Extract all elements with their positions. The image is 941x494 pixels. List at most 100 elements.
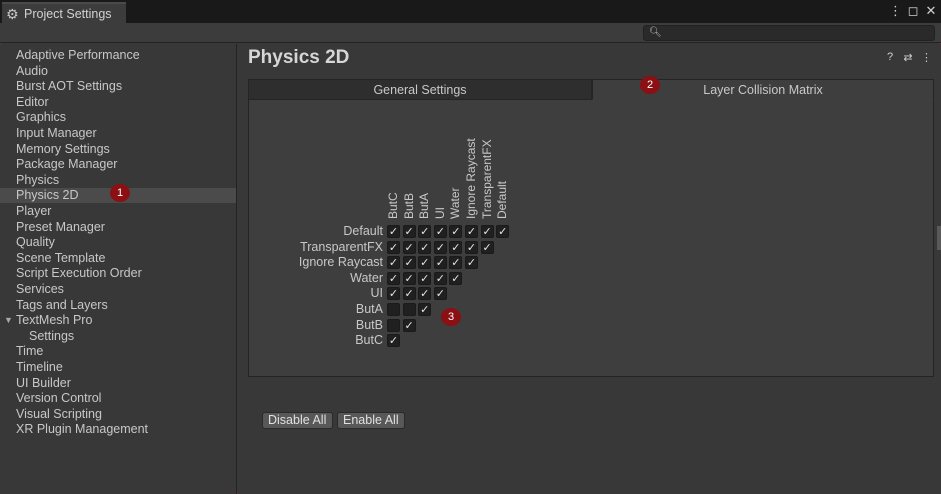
collision-checkbox[interactable]: ✓ <box>433 287 447 301</box>
collision-checkbox[interactable]: ✓ <box>387 287 400 301</box>
collision-checkbox[interactable]: ✓ <box>402 225 416 238</box>
sidebar-item-player[interactable]: Player <box>0 204 236 219</box>
sidebar-item-script-execution-order[interactable]: Script Execution Order <box>0 266 236 281</box>
collision-checkbox[interactable] <box>387 303 400 316</box>
sidebar-item-memory-settings[interactable]: Memory Settings <box>0 142 236 157</box>
matrix-column-label: Ignore Raycast <box>464 138 478 219</box>
collision-checkbox[interactable] <box>387 318 400 332</box>
sidebar-item-label: Version Control <box>16 391 102 406</box>
collision-checkbox[interactable]: ✓ <box>402 287 416 301</box>
collision-checkbox[interactable]: ✓ <box>387 271 400 285</box>
collision-checkbox[interactable]: ✓ <box>480 240 494 254</box>
window-title: Project Settings <box>24 6 112 21</box>
sidebar-item-tags-and-layers[interactable]: Tags and Layers <box>0 298 236 313</box>
collision-checkbox[interactable]: ✓ <box>480 225 494 238</box>
scrollbar-handle[interactable] <box>937 226 941 250</box>
window-tab[interactable]: ⚙ Project Settings <box>2 2 126 23</box>
more-icon[interactable]: ⋮ <box>921 51 932 64</box>
collision-checkbox[interactable]: ✓ <box>418 225 432 238</box>
collision-checkbox[interactable]: ✓ <box>433 240 447 254</box>
collision-checkbox[interactable]: ✓ <box>496 225 510 238</box>
collision-checkbox[interactable]: ✓ <box>433 271 447 285</box>
sidebar-item-adaptive-performance[interactable]: Adaptive Performance <box>0 48 236 63</box>
sidebar-item-xr-plugin-management[interactable]: XR Plugin Management <box>0 422 236 437</box>
sidebar-item-label: Burst AOT Settings <box>16 79 123 94</box>
matrix-row-label: Ignore Raycast <box>298 255 383 270</box>
sidebar-item-label: XR Plugin Management <box>16 422 149 437</box>
enable-all-button[interactable]: Enable All <box>337 412 405 429</box>
matrix-column-label: ButB <box>401 192 416 219</box>
collision-checkbox[interactable]: ✓ <box>433 225 447 238</box>
sidebar-item-label: Preset Manager <box>16 219 105 234</box>
collision-checkbox[interactable]: ✓ <box>465 256 478 270</box>
search-icon: 🔍︎ <box>649 27 662 38</box>
sidebar-item-time[interactable]: Time <box>0 344 236 359</box>
expand-triangle-icon[interactable]: ▼ <box>4 313 13 328</box>
sidebar-item-label: Services <box>16 282 64 296</box>
sidebar-item-label: Adaptive Performance <box>16 48 140 62</box>
matrix-column-label: Default <box>495 180 510 219</box>
sidebar-item-burst-aot-settings[interactable]: Burst AOT Settings <box>0 79 236 94</box>
collision-checkbox[interactable]: ✓ <box>449 240 463 254</box>
sidebar-item-services[interactable]: Services <box>0 282 236 297</box>
sidebar-item-input-manager[interactable]: Input Manager <box>0 126 236 141</box>
collision-checkbox[interactable]: ✓ <box>387 225 400 238</box>
matrix-row-label: Default <box>343 224 383 238</box>
help-icon[interactable]: ? <box>885 51 895 64</box>
annotation-badge-3: 3 <box>441 308 461 326</box>
collision-checkbox[interactable] <box>402 303 416 316</box>
collision-checkbox[interactable]: ✓ <box>433 256 447 270</box>
gear-icon: ⚙ <box>6 5 19 22</box>
collision-checkbox[interactable]: ✓ <box>387 240 400 254</box>
collision-checkbox[interactable]: ✓ <box>402 271 416 285</box>
matrix-row-label: ButA <box>355 302 383 316</box>
collision-checkbox[interactable]: ✓ <box>465 240 478 254</box>
sidebar-item-editor[interactable]: Editor <box>0 95 236 110</box>
collision-checkbox[interactable]: ✓ <box>418 256 432 270</box>
matrix-row-label: UI <box>370 286 384 301</box>
sidebar-item-package-manager[interactable]: Package Manager <box>0 157 236 172</box>
collision-checkbox[interactable]: ✓ <box>402 318 416 332</box>
matrix-column-label: Water <box>448 187 463 219</box>
maximize-icon[interactable]: ◻ <box>907 3 919 19</box>
sidebar-item-scene-template[interactable]: Scene Template <box>0 251 236 266</box>
search-input[interactable]: 🔍︎ <box>643 25 935 41</box>
collision-checkbox[interactable]: ✓ <box>418 271 432 285</box>
collision-checkbox[interactable]: ✓ <box>465 225 478 238</box>
window-controls: ⋮ ◻ ✕ <box>889 3 937 19</box>
matrix-column-label: UI <box>432 207 447 219</box>
sidebar-item-ui-builder[interactable]: UI Builder <box>0 376 236 391</box>
sidebar-item-quality[interactable]: Quality <box>0 235 236 250</box>
sidebar-item-version-control[interactable]: Version Control <box>0 391 236 406</box>
sidebar-item-visual-scripting[interactable]: Visual Scripting <box>0 407 236 422</box>
collision-checkbox[interactable]: ✓ <box>449 271 463 285</box>
main-panel: Physics 2D ? ⇄ ⋮ General Settings Layer … <box>238 44 941 494</box>
sidebar-item-label: Graphics <box>16 110 67 125</box>
sidebar-item-audio[interactable]: Audio <box>0 64 236 79</box>
sidebar-item-textmesh-pro[interactable]: ▼ TextMesh Pro <box>0 313 236 328</box>
sidebar-item-timeline[interactable]: Timeline <box>0 360 236 375</box>
more-menu-icon[interactable]: ⋮ <box>889 3 902 19</box>
collision-checkbox[interactable]: ✓ <box>402 256 416 270</box>
collision-checkbox[interactable]: ✓ <box>418 287 432 301</box>
collision-checkbox[interactable]: ✓ <box>449 256 463 270</box>
collision-checkbox[interactable]: ✓ <box>449 225 463 238</box>
title-bar: ⚙ Project Settings ⋮ ◻ ✕ <box>0 0 941 23</box>
sidebar-item-label: Input Manager <box>16 126 97 140</box>
collision-checkbox[interactable]: ✓ <box>418 240 432 254</box>
matrix-row-label: ButB <box>355 317 383 332</box>
collision-checkbox[interactable]: ✓ <box>387 334 400 348</box>
sidebar-item-graphics[interactable]: Graphics <box>0 110 236 125</box>
sidebar-item-settings[interactable]: Settings <box>0 329 236 344</box>
matrix-column-label: ButA <box>417 192 432 219</box>
tab-general-settings[interactable]: General Settings <box>248 79 592 100</box>
sidebar-item-preset-manager[interactable]: Preset Manager <box>0 220 236 235</box>
preset-icon[interactable]: ⇄ <box>903 51 913 64</box>
close-icon[interactable]: ✕ <box>925 3 937 19</box>
disable-all-button[interactable]: Disable All <box>262 412 333 429</box>
layer-collision-panel: Disable All Enable All ButC ButB ButA UI Wat… <box>248 100 934 429</box>
collision-checkbox[interactable]: ✓ <box>402 240 416 254</box>
collision-checkbox[interactable]: ✓ <box>387 256 400 270</box>
collision-checkbox[interactable]: ✓ <box>418 303 432 316</box>
header-icons: ? ⇄ ⋮ <box>885 51 932 64</box>
